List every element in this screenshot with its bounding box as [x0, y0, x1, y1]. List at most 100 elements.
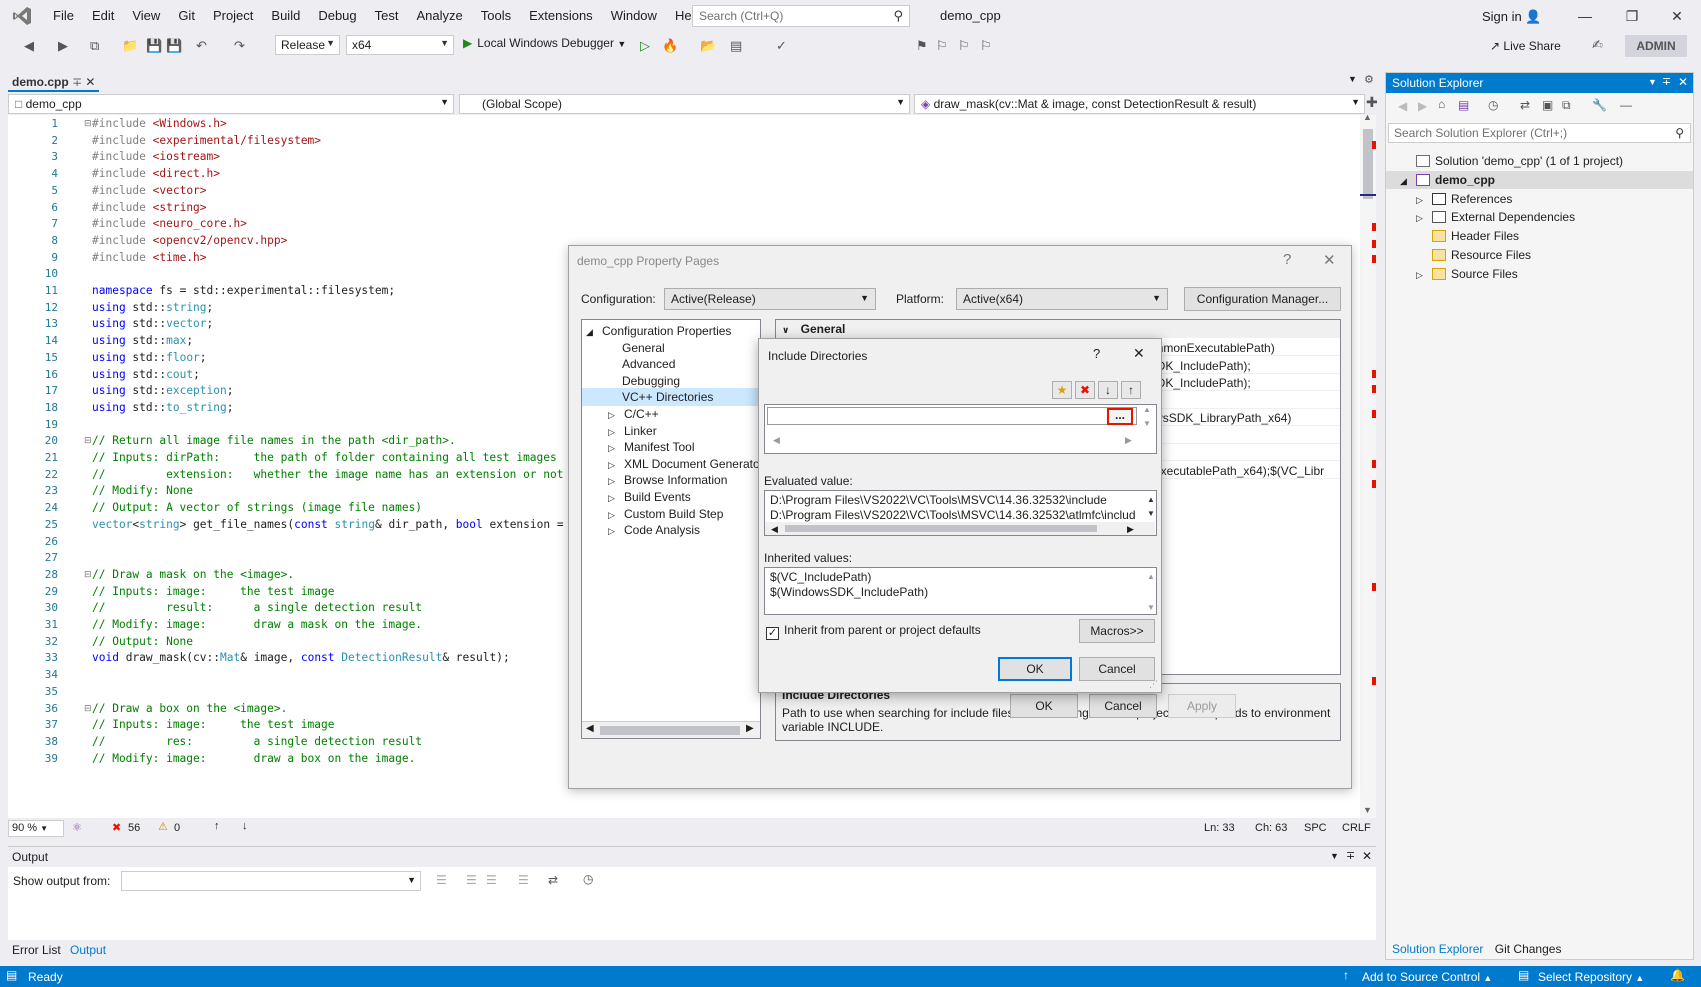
start-without-debugging-icon[interactable]: ▷: [640, 38, 650, 54]
undo-icon[interactable]: ↶: [196, 38, 207, 54]
tab-git-changes[interactable]: Git Changes: [1495, 942, 1562, 956]
tab-error-list[interactable]: Error List: [12, 943, 61, 957]
property-tree-item[interactable]: ▷ Browse Information: [582, 471, 727, 489]
property-value[interactable]: /C_ExecutablePath_x64);$(VC_Libr: [1134, 462, 1340, 479]
ok-button[interactable]: OK: [1010, 694, 1078, 718]
property-tree-item[interactable]: ▷ C/C++: [582, 405, 659, 423]
menu-item-project[interactable]: Project: [204, 0, 262, 32]
close-icon[interactable]: ✕: [1323, 251, 1336, 269]
expand-arrow-icon[interactable]: ▷: [1416, 266, 1432, 284]
property-tree-item[interactable]: Advanced: [582, 355, 675, 373]
code-line[interactable]: #include <iostream>: [92, 150, 220, 163]
move-down-icon[interactable]: ↓: [1098, 381, 1118, 399]
code-line[interactable]: #include <neuro_core.h>: [92, 217, 247, 230]
header-files-item[interactable]: Header Files: [1386, 227, 1693, 245]
code-line[interactable]: // Inputs: dirPath: the path of folder c…: [92, 451, 557, 464]
prev-message-icon[interactable]: ☰: [466, 873, 477, 887]
scroll-right-icon[interactable]: ▶: [1125, 435, 1132, 446]
menu-item-build[interactable]: Build: [262, 0, 309, 32]
open-folder-icon[interactable]: 📁: [122, 38, 138, 54]
solution-configuration-select[interactable]: Release ▼: [275, 35, 340, 55]
sign-in-link[interactable]: Sign in 👤: [1482, 9, 1542, 25]
scrollbar-thumb[interactable]: [1363, 129, 1373, 199]
property-tree-item[interactable]: ▷ XML Document Generator: [582, 455, 760, 473]
error-icon[interactable]: ✖: [112, 821, 121, 834]
code-line[interactable]: // Modify: image: draw a mask on the ima…: [92, 618, 422, 631]
scroll-left-icon[interactable]: ◀: [586, 723, 594, 734]
tab-output[interactable]: Output: [70, 943, 106, 957]
references-item[interactable]: ▷ References: [1386, 190, 1693, 208]
expand-arrow-icon[interactable]: ◢: [1400, 172, 1416, 190]
arrow-down-icon[interactable]: ↓: [242, 820, 248, 832]
code-line[interactable]: #include <opencv2/opencv.hpp>: [92, 234, 287, 247]
next-message-icon[interactable]: ☰: [486, 873, 497, 887]
configuration-select[interactable]: Active(Release) ▼: [664, 288, 876, 310]
menu-item-analyze[interactable]: Analyze: [407, 0, 471, 32]
scroll-down-icon[interactable]: ▼: [1143, 419, 1151, 428]
close-window-button[interactable]: ✕: [1657, 4, 1697, 28]
scroll-right-icon[interactable]: ▶: [1127, 522, 1134, 535]
code-line[interactable]: #include <time.h>: [92, 251, 207, 264]
property-tree-item[interactable]: ◢ Configuration Properties: [582, 322, 731, 340]
pin-icon[interactable]: ∓: [72, 75, 82, 89]
expand-arrow-icon[interactable]: ▷: [1416, 209, 1432, 227]
redo-icon[interactable]: ↷: [234, 38, 245, 54]
help-icon[interactable]: ?: [1093, 346, 1100, 361]
new-line-icon[interactable]: ★: [1052, 381, 1072, 399]
code-line[interactable]: // Modify: None: [92, 484, 193, 497]
tree-horizontal-scrollbar[interactable]: ◀ ▶: [582, 721, 760, 738]
fold-toggle-icon[interactable]: ⊟: [84, 569, 92, 580]
delete-icon[interactable]: ✖: [1075, 381, 1095, 399]
move-up-icon[interactable]: ↑: [1121, 381, 1141, 399]
code-health-icon[interactable]: ⚛: [72, 821, 82, 834]
resource-files-item[interactable]: Resource Files: [1386, 246, 1693, 264]
error-count[interactable]: 56: [128, 822, 140, 834]
configuration-manager-button[interactable]: Configuration Manager...: [1184, 287, 1341, 311]
save-icon[interactable]: 💾: [146, 38, 162, 54]
column-indicator[interactable]: Ch: 63: [1255, 822, 1287, 834]
line-indicator[interactable]: Ln: 33: [1204, 822, 1235, 834]
code-line[interactable]: #include <Windows.h>: [92, 117, 227, 130]
back-icon[interactable]: ◀: [24, 38, 34, 54]
bookmark-next-icon[interactable]: ⚐: [958, 38, 970, 54]
clear-all-icon[interactable]: ☰: [518, 873, 529, 887]
scroll-down-icon[interactable]: ▼: [1147, 600, 1155, 614]
code-line[interactable]: #include <direct.h>: [92, 167, 220, 180]
menu-item-debug[interactable]: Debug: [309, 0, 365, 32]
menu-item-git[interactable]: Git: [169, 0, 204, 32]
menu-item-extensions[interactable]: Extensions: [520, 0, 602, 32]
code-line[interactable]: void draw_mask(cv::Mat& image, const Det…: [92, 651, 510, 664]
fold-toggle-icon[interactable]: ⊟: [84, 435, 92, 446]
expand-arrow-icon[interactable]: ▷: [1416, 191, 1432, 209]
close-icon[interactable]: ✕: [1133, 345, 1145, 362]
menu-item-view[interactable]: View: [123, 0, 169, 32]
menu-item-edit[interactable]: Edit: [83, 0, 123, 32]
checkmark-icon[interactable]: ✓: [766, 627, 779, 640]
start-debugging-button[interactable]: ▶ Local Windows Debugger ▼: [463, 36, 626, 50]
search-input[interactable]: Search (Ctrl+Q) ⚲: [692, 5, 910, 27]
live-share-button[interactable]: ↗ Live Share: [1490, 39, 1561, 53]
property-tree-item[interactable]: ▷ Manifest Tool: [582, 438, 694, 456]
property-value[interactable]: th);: [1134, 427, 1340, 444]
code-line[interactable]: #include <string>: [92, 201, 207, 214]
code-line[interactable]: using std::max;: [92, 334, 193, 347]
save-all-icon[interactable]: 💾: [166, 38, 182, 54]
restore-button[interactable]: ❐: [1612, 4, 1652, 28]
resize-grip-icon[interactable]: ⋰: [1149, 679, 1158, 690]
cancel-button[interactable]: Cancel: [1089, 694, 1157, 718]
show-all-files-icon[interactable]: ⧉: [1562, 98, 1571, 113]
code-line[interactable]: using std::cout;: [92, 368, 200, 381]
macros-button[interactable]: Macros>>: [1079, 619, 1155, 643]
menu-item-tools[interactable]: Tools: [472, 0, 520, 32]
cancel-button[interactable]: Cancel: [1079, 657, 1155, 681]
code-line[interactable]: // Return all image file names in the pa…: [92, 434, 456, 447]
code-line[interactable]: // Draw a mask on the <image>.: [92, 568, 294, 581]
project-select[interactable]: □ demo_cpp ▼: [8, 94, 454, 114]
minimize-button[interactable]: —: [1565, 4, 1605, 28]
line-ending-indicator[interactable]: CRLF: [1342, 822, 1371, 834]
tab-demo-cpp[interactable]: demo.cpp ∓ ✕: [8, 72, 100, 92]
scroll-down-icon[interactable]: ▼: [1147, 506, 1155, 521]
code-line[interactable]: // Draw a box on the <image>.: [92, 702, 287, 715]
clock-icon[interactable]: ◷: [583, 872, 593, 886]
close-icon[interactable]: ✕: [85, 75, 95, 89]
